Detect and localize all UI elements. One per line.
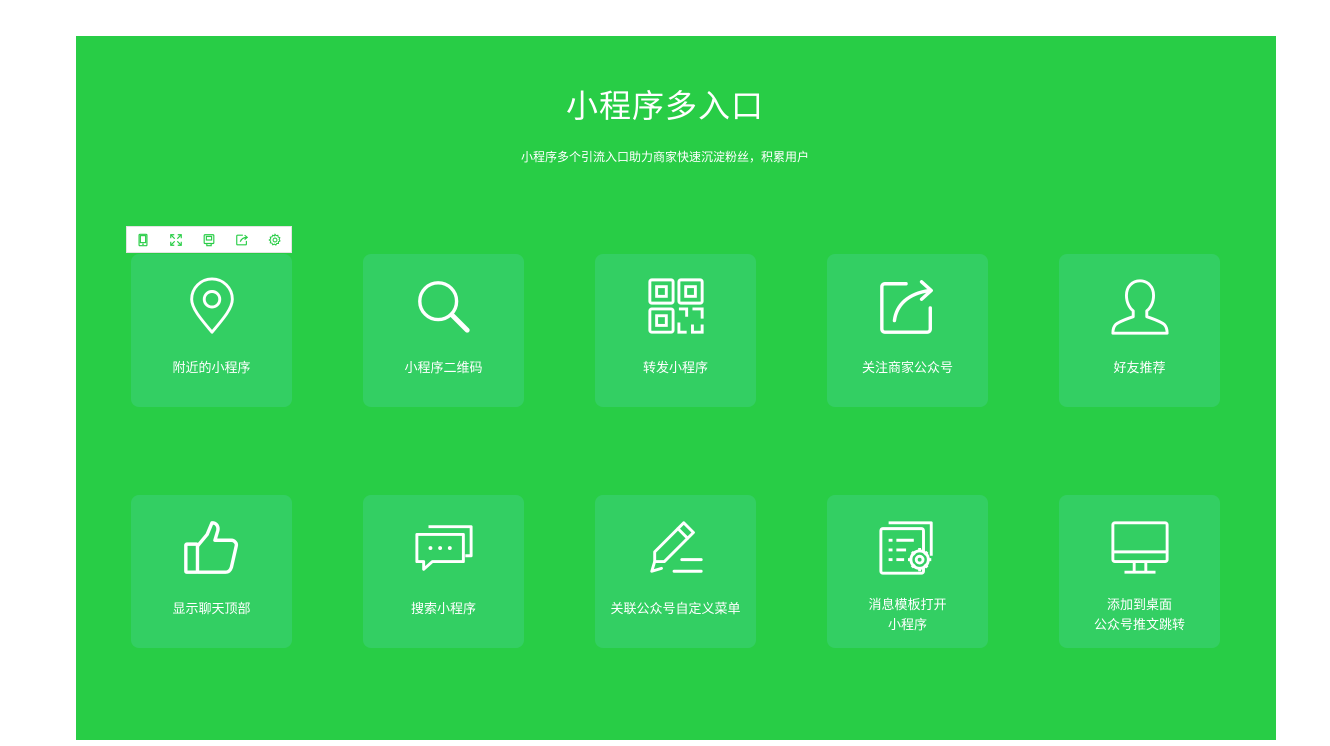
qr-code-icon (645, 276, 707, 338)
thumbs-up-icon (181, 517, 243, 579)
card-label: 显示聊天顶部 (172, 601, 251, 616)
search-icon (413, 276, 475, 338)
card-label-line2: 公众号推文跳转 (1093, 617, 1185, 632)
card-chat-top[interactable]: 显示聊天顶部 (131, 495, 292, 648)
expand-icon (170, 233, 183, 246)
fullscreen-button[interactable] (160, 227, 193, 252)
page-subtitle: 小程序多个引流入口助力商家快速沉淀粉丝，积累用户 (520, 150, 809, 164)
card-add-to-desktop[interactable]: 添加到桌面 公众号推文跳转 (1059, 495, 1220, 648)
settings-icon (268, 232, 281, 246)
card-label: 关注商家公众号 (861, 360, 953, 375)
card-message-template[interactable]: 消息模板打开 小程序 (827, 495, 988, 648)
phone-icon (138, 233, 148, 246)
card-nearby-miniprogram[interactable]: 附近的小程序 (131, 254, 292, 407)
card-label: 消息模板打开 小程序 (827, 595, 988, 635)
card-label-line1: 添加到桌面 (1106, 597, 1172, 612)
save-button[interactable] (193, 227, 226, 252)
pencil-icon (645, 517, 707, 579)
share-icon (235, 234, 248, 245)
chat-icon (413, 517, 475, 579)
card-miniprogram-qrcode[interactable]: 小程序二维码 (363, 254, 524, 407)
card-friend-recommend[interactable]: 好友推荐 (1059, 254, 1220, 407)
desktop-icon (1109, 517, 1171, 579)
card-label-line1: 消息模板打开 (868, 597, 947, 612)
card-follow-official-account[interactable]: 关注商家公众号 (827, 254, 988, 407)
card-label-line2: 小程序 (887, 617, 927, 632)
card-label: 小程序二维码 (404, 360, 483, 375)
card-label: 附近的小程序 (172, 360, 251, 375)
location-pin-icon (181, 276, 243, 338)
card-label: 好友推荐 (1113, 360, 1166, 375)
card-search-miniprogram[interactable]: 搜索小程序 (363, 495, 524, 648)
user-icon (1109, 276, 1171, 338)
phone-preview-button[interactable] (127, 227, 160, 252)
share-button[interactable] (225, 227, 258, 252)
card-label: 转发小程序 (642, 360, 708, 375)
editor-toolbar (126, 226, 292, 253)
card-official-account-menu[interactable]: 关联公众号自定义菜单 (595, 495, 756, 648)
page-title: 小程序多入口 (565, 88, 764, 124)
card-label: 添加到桌面 公众号推文跳转 (1059, 595, 1220, 635)
share-arrow-icon (877, 276, 939, 338)
message-template-icon (877, 517, 939, 579)
card-label: 搜索小程序 (410, 601, 476, 616)
card-forward-miniprogram[interactable]: 转发小程序 (595, 254, 756, 407)
save-icon (203, 233, 215, 246)
card-label: 关联公众号自定义菜单 (610, 601, 741, 616)
settings-button[interactable] (258, 227, 291, 252)
